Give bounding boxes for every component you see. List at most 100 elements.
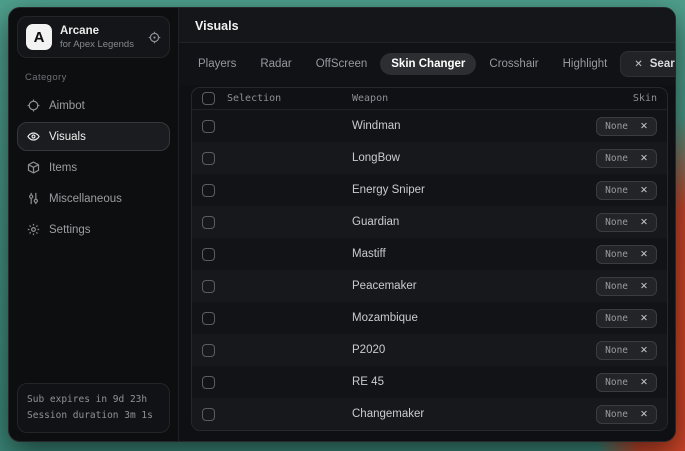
weapon-name: Windman [352,120,596,132]
remove-skin-icon[interactable]: ✕ [640,409,648,420]
weapon-name: Mozambique [352,312,596,324]
sidebar-item-items[interactable]: Items [17,153,170,182]
skin-value: None [605,313,628,324]
weapon-name: RE 45 [352,376,596,388]
table-header: Selection Weapon Skin [192,88,667,110]
row-checkbox[interactable] [202,376,215,389]
app-name: Arcane [60,25,140,37]
sidebar: A Arcane for Apex Legends Category [9,8,179,441]
remove-skin-icon[interactable]: ✕ [640,121,648,132]
tab-highlight[interactable]: Highlight [552,53,619,75]
brand-card: A Arcane for Apex Legends [17,16,170,58]
sub-expiry: Sub expires in 9d 23h [27,392,160,408]
main-panel: Visuals Players Radar OffScreen Skin Cha… [179,8,675,441]
remove-skin-icon[interactable]: ✕ [640,281,648,292]
weapon-name: Peacemaker [352,280,596,292]
skin-selector[interactable]: None ✕ [596,117,657,136]
table-row: Changemaker None ✕ [192,398,667,430]
row-checkbox[interactable] [202,280,215,293]
skin-selector[interactable]: None ✕ [596,277,657,296]
weapon-name: Mastiff [352,248,596,260]
category-label: Category [25,72,162,83]
row-checkbox[interactable] [202,248,215,261]
sliders-icon [27,192,40,205]
row-checkbox[interactable] [202,120,215,133]
skin-table: Selection Weapon Skin Windman None ✕ Lon… [191,87,668,431]
skin-value: None [605,409,628,420]
remove-skin-icon[interactable]: ✕ [640,313,648,324]
skin-selector[interactable]: None ✕ [596,405,657,424]
sidebar-item-aimbot[interactable]: Aimbot [17,91,170,120]
column-header-skin: Skin [633,93,657,104]
skin-value: None [605,185,628,196]
table-body: Windman None ✕ LongBow None ✕ Energy Sni… [192,110,667,430]
row-checkbox[interactable] [202,344,215,357]
table-row: P2020 None ✕ [192,334,667,366]
gear-icon [27,223,40,236]
weapon-name: Guardian [352,216,596,228]
remove-skin-icon[interactable]: ✕ [640,249,648,260]
weapon-name: P2020 [352,344,596,356]
remove-skin-icon[interactable]: ✕ [640,217,648,228]
search-button[interactable]: ✕ Search [620,51,676,77]
search-button-label: Search [650,58,676,70]
tab-bar: Players Radar OffScreen Skin Changer Cro… [179,43,675,85]
weapon-name: Changemaker [352,408,596,420]
skin-selector[interactable]: None ✕ [596,373,657,392]
target-icon[interactable] [148,31,161,44]
table-row: Windman None ✕ [192,110,667,142]
table-row: Peacemaker None ✕ [192,270,667,302]
remove-skin-icon[interactable]: ✕ [640,377,648,388]
row-checkbox[interactable] [202,408,215,421]
subscription-info: Sub expires in 9d 23h Session duration 3… [17,383,170,433]
skin-value: None [605,153,628,164]
sidebar-item-miscellaneous[interactable]: Miscellaneous [17,184,170,213]
table-row: LongBow None ✕ [192,142,667,174]
row-checkbox[interactable] [202,152,215,165]
page-title: Visuals [195,19,659,33]
sidebar-item-label: Visuals [49,131,86,143]
table-row: Mozambique None ✕ [192,302,667,334]
tab-crosshair[interactable]: Crosshair [478,53,549,75]
skin-value: None [605,249,628,260]
main-header: Visuals [179,8,675,43]
table-row: Energy Sniper None ✕ [192,174,667,206]
skin-selector[interactable]: None ✕ [596,341,657,360]
skin-selector[interactable]: None ✕ [596,245,657,264]
crosshair-icon [27,99,40,112]
box-icon [27,161,40,174]
skin-selector[interactable]: None ✕ [596,181,657,200]
weapon-name: LongBow [352,152,596,164]
skin-selector[interactable]: None ✕ [596,309,657,328]
skin-value: None [605,345,628,356]
sidebar-item-settings[interactable]: Settings [17,215,170,244]
select-all-checkbox[interactable] [202,92,215,105]
row-checkbox[interactable] [202,216,215,229]
tab-players[interactable]: Players [187,53,247,75]
tab-radar[interactable]: Radar [249,53,302,75]
remove-skin-icon[interactable]: ✕ [640,153,648,164]
sidebar-item-visuals[interactable]: Visuals [17,122,170,151]
app-subtitle: for Apex Legends [60,39,140,50]
sidebar-item-label: Miscellaneous [49,193,122,205]
brand-text: Arcane for Apex Legends [60,25,140,50]
table-row: Guardian None ✕ [192,206,667,238]
tab-skin-changer[interactable]: Skin Changer [380,53,476,75]
sidebar-nav: Aimbot Visuals Items [17,91,170,244]
skin-value: None [605,377,628,388]
skin-value: None [605,121,628,132]
eye-icon [27,130,40,143]
skin-selector[interactable]: None ✕ [596,213,657,232]
sidebar-item-label: Settings [49,224,91,236]
weapon-name: Energy Sniper [352,184,596,196]
app-window: A Arcane for Apex Legends Category [8,7,676,442]
remove-skin-icon[interactable]: ✕ [640,345,648,356]
tab-offscreen[interactable]: OffScreen [305,53,379,75]
skin-value: None [605,281,628,292]
skin-selector[interactable]: None ✕ [596,149,657,168]
row-checkbox[interactable] [202,312,215,325]
remove-skin-icon[interactable]: ✕ [640,185,648,196]
table-row: Mastiff None ✕ [192,238,667,270]
row-checkbox[interactable] [202,184,215,197]
sidebar-item-label: Items [49,162,77,174]
